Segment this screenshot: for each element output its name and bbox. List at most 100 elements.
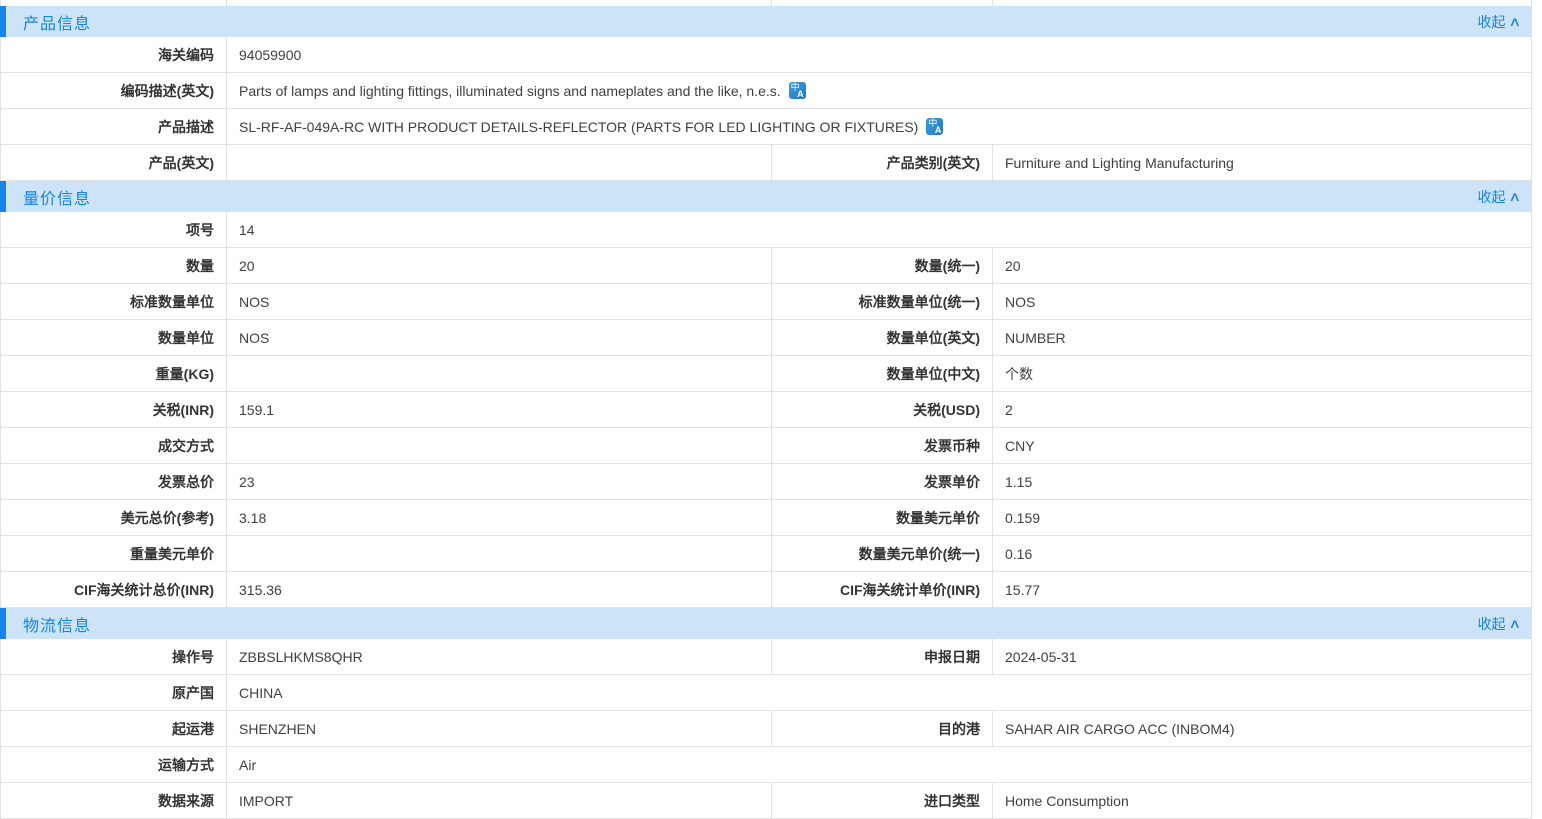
- row-value-text: Furniture and Lighting Manufacturing: [1005, 155, 1234, 171]
- row-value-text: Air: [239, 757, 256, 773]
- row-value: Home Consumption: [993, 783, 1531, 818]
- row-label-text: 重量美元单价: [130, 544, 214, 564]
- row-value-text: NOS: [239, 294, 269, 310]
- trade-record-detail-page: 产品信息 收起 ∧ 海关编码94059900编码描述(英文)Parts of l…: [0, 0, 1542, 819]
- row-value: 20: [227, 248, 772, 283]
- row-value: 2024-05-31: [993, 639, 1531, 674]
- row-label: 数量美元单价: [772, 500, 993, 535]
- table-row: 项号14: [0, 212, 1532, 248]
- partial-cell: [227, 0, 772, 6]
- row-value: IMPORT: [227, 783, 772, 818]
- row-value: ZBBSLHKMS8QHR: [227, 639, 772, 674]
- table-row: 编码描述(英文) Parts of lamps and lighting fitt…: [0, 73, 1532, 109]
- table-row: 起运港 SHENZHEN 目的港 SAHAR AIR CARGO ACC (INBOM…: [0, 711, 1532, 747]
- row-value: 315.36: [227, 572, 772, 607]
- row-value-text: SHENZHEN: [239, 721, 316, 737]
- row-label: 起运港: [1, 711, 227, 746]
- row-value-text: ZBBSLHKMS8QHR: [239, 649, 363, 665]
- row-value-text: SAHAR AIR CARGO ACC (INBOM4): [1005, 721, 1234, 737]
- row-label-text: 数据来源: [158, 791, 214, 811]
- table-row: 重量(KG) 数量单位(中文) 个数: [0, 356, 1532, 392]
- collapse-label: 收起: [1477, 187, 1505, 207]
- row-value-text: 2: [1005, 402, 1013, 418]
- row-label: 产品描述: [1, 109, 227, 144]
- row-value: 2: [993, 392, 1531, 427]
- collapse-button[interactable]: 收起 ∧: [1477, 187, 1520, 207]
- row-value-text: 23: [239, 474, 255, 490]
- row-value: [227, 356, 772, 391]
- row-value-text: 2024-05-31: [1005, 649, 1077, 665]
- row-label: 重量美元单价: [1, 536, 227, 571]
- row-label: 产品(英文): [1, 145, 227, 180]
- row-value: 94059900: [227, 37, 1531, 72]
- section-title: 物流信息: [23, 612, 91, 636]
- row-label-text: 产品类别(英文): [887, 153, 980, 173]
- partial-cell: [993, 0, 1531, 6]
- table-row: 数量20数量(统一)20: [0, 248, 1532, 284]
- table-row: 成交方式发票币种CNY: [0, 428, 1532, 464]
- row-label-text: 发票币种: [924, 436, 980, 456]
- row-value-text: 1.15: [1005, 474, 1032, 490]
- row-label-text: 数量美元单价(统一): [859, 544, 980, 564]
- row-value-text: NOS: [1005, 294, 1035, 310]
- row-label-text: 海关编码: [158, 45, 214, 65]
- section-title: 量价信息: [23, 185, 91, 209]
- table-row: 数量单位NOS数量单位(英文)NUMBER: [0, 320, 1532, 356]
- row-value: SHENZHEN: [227, 711, 772, 746]
- table-row: 海关编码 94059900: [0, 37, 1532, 73]
- row-label: 重量(KG): [1, 356, 227, 391]
- table-row: 数据来源IMPORT进口类型Home Consumption: [0, 783, 1532, 819]
- collapse-button[interactable]: 收起 ∧: [1477, 12, 1520, 32]
- row-value-text: 15.77: [1005, 582, 1040, 598]
- translate-icon[interactable]: 中A: [789, 82, 806, 99]
- row-value: [227, 536, 772, 571]
- row-label: 产品类别(英文): [772, 145, 993, 180]
- row-value-text: 94059900: [239, 47, 301, 63]
- collapse-label: 收起: [1477, 614, 1505, 634]
- row-label-text: 发票单价: [924, 472, 980, 492]
- row-label-text: 数量: [186, 256, 214, 276]
- section-header-logistics-info: 物流信息 收起 ∧: [0, 608, 1532, 639]
- row-label-text: 产品(英文): [149, 153, 214, 173]
- table-row: 运输方式Air: [0, 747, 1532, 783]
- row-label-text: 目的港: [938, 719, 980, 739]
- table-row: 标准数量单位NOS标准数量单位(统一)NOS: [0, 284, 1532, 320]
- row-value: 0.16: [993, 536, 1531, 571]
- row-value-text: Home Consumption: [1005, 793, 1129, 809]
- table-row: 产品描述SL-RF-AF-049A-RC WITH PRODUCT DETAIL…: [0, 109, 1532, 145]
- table-row: 重量美元单价 数量美元单价(统一) 0.16: [0, 536, 1532, 572]
- row-label-text: 产品描述: [158, 117, 214, 137]
- row-label-text: 美元总价(参考): [121, 508, 214, 528]
- row-label: 数量(统一): [772, 248, 993, 283]
- collapse-button[interactable]: 收起 ∧: [1477, 614, 1520, 634]
- row-label: 发票币种: [772, 428, 993, 463]
- row-label: 数量: [1, 248, 227, 283]
- row-value: CHINA: [227, 675, 1531, 710]
- row-label-text: 发票总价: [158, 472, 214, 492]
- section-header-quantity-price-info: 量价信息 收起 ∧: [0, 181, 1532, 212]
- row-label-text: CIF海关统计单价(INR): [840, 580, 980, 600]
- table-row: CIF海关统计总价(INR)315.36 CIF海关统计单价(INR) 15.77: [0, 572, 1532, 608]
- row-value: 159.1: [227, 392, 772, 427]
- row-label: 发票总价: [1, 464, 227, 499]
- row-label-text: 项号: [186, 220, 214, 240]
- row-label: 数据来源: [1, 783, 227, 818]
- chevron-up-icon: ∧: [1509, 14, 1522, 30]
- section-logistics-info: 物流信息 收起 ∧ 操作号ZBBSLHKMS8QHR申报日期2024-05-31…: [0, 608, 1542, 819]
- row-value: Furniture and Lighting Manufacturing: [993, 145, 1531, 180]
- row-label-text: 数量美元单价: [896, 508, 980, 528]
- row-label: 编码描述(英文): [1, 73, 227, 108]
- row-value-text: 20: [239, 258, 255, 274]
- row-label-text: 数量单位(中文): [887, 364, 980, 384]
- table-row: 原产国CHINA: [0, 675, 1532, 711]
- row-value-text: NUMBER: [1005, 330, 1066, 346]
- row-value: Parts of lamps and lighting fittings, il…: [227, 73, 1531, 108]
- row-label-text: 关税(INR): [153, 400, 214, 420]
- row-label: 数量单位(中文): [772, 356, 993, 391]
- row-value-text: Parts of lamps and lighting fittings, il…: [239, 83, 781, 99]
- row-label-text: 关税(USD): [913, 400, 980, 420]
- row-label: CIF海关统计总价(INR): [1, 572, 227, 607]
- translate-icon[interactable]: 中A: [926, 118, 943, 135]
- table-row: 关税(INR) 159.1 关税(USD) 2: [0, 392, 1532, 428]
- row-value: 个数: [993, 356, 1531, 391]
